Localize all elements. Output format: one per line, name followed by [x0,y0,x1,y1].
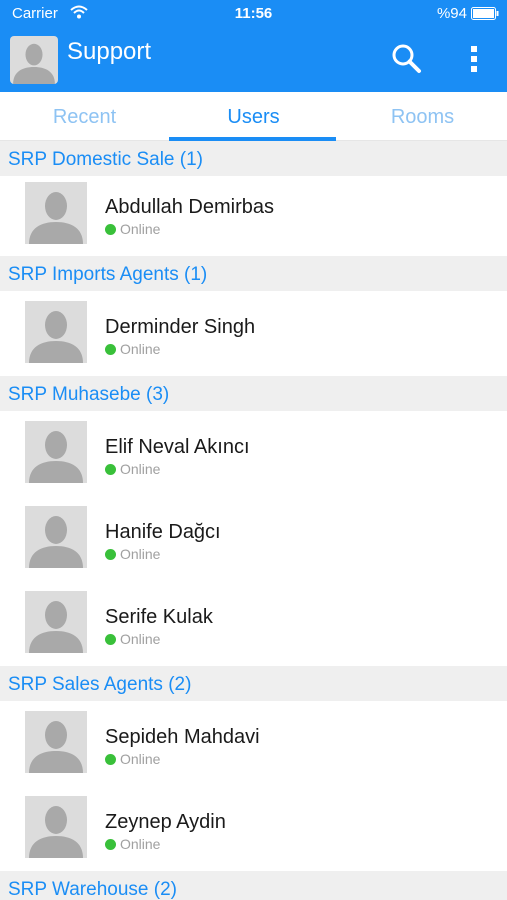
users-list[interactable]: SRP Domestic Sale (1) Abdullah Demirbas … [0,141,507,900]
user-name: Derminder Singh [105,316,256,338]
list-item[interactable]: Sepideh Mahdavi Online [0,701,507,786]
user-name: Serife Kulak [105,606,213,628]
online-dot-icon [105,839,116,850]
user-status: Online [105,341,160,357]
user-name: Abdullah Demirbas [105,196,274,218]
status-label: Online [120,836,161,852]
status-label: Online [120,221,161,237]
online-dot-icon [105,634,116,645]
person-placeholder-icon [29,311,83,363]
person-placeholder-icon [29,601,83,653]
list-item[interactable]: Zeynep Aydin Online [0,786,507,871]
status-label: Online [120,546,161,562]
more-vertical-icon [471,46,477,72]
section-header: SRP Imports Agents (1) [0,256,507,291]
avatar [25,591,87,653]
section-header: SRP Domestic Sale (1) [0,141,507,176]
user-name: Zeynep Aydin [105,811,226,833]
page-title: Support [67,38,152,65]
tab-recent[interactable]: Recent [0,92,169,141]
search-icon [392,44,421,73]
person-placeholder-icon [29,516,83,568]
person-placeholder-icon [29,431,83,483]
status-label: Online [120,751,161,767]
user-status: Online [105,751,160,767]
list-item[interactable]: Elif Neval Akıncı Online [0,411,507,496]
status-label: Online [120,631,161,647]
user-status: Online [105,546,160,562]
search-button[interactable] [388,40,424,76]
person-placeholder-icon [13,43,55,84]
online-dot-icon [105,224,116,235]
list-item[interactable]: Hanife Dağcı Online [0,496,507,581]
tab-rooms[interactable]: Rooms [338,92,507,141]
user-status: Online [105,221,160,237]
section-header: SRP Muhasebe (3) [0,376,507,411]
profile-avatar[interactable] [10,36,58,84]
user-name: Sepideh Mahdavi [105,726,260,748]
person-placeholder-icon [29,806,83,858]
person-placeholder-icon [29,721,83,773]
list-item[interactable]: Derminder Singh Online [0,291,507,376]
status-label: Online [120,461,161,477]
tab-users[interactable]: Users [169,92,338,141]
user-name: Hanife Dağcı [105,521,221,543]
online-dot-icon [105,754,116,765]
online-dot-icon [105,549,116,560]
avatar [25,182,87,244]
status-bar: Carrier 11:56 %94 [0,0,507,27]
online-dot-icon [105,344,116,355]
user-status: Online [105,631,160,647]
battery-percentage: %94 [436,5,467,22]
section-header: SRP Warehouse (2) [0,871,507,900]
more-options-button[interactable] [460,40,488,76]
tab-bar: Recent Users Rooms [0,92,507,141]
user-status: Online [105,461,160,477]
person-placeholder-icon [29,192,83,244]
avatar [25,506,87,568]
list-item[interactable]: Serife Kulak Online [0,581,507,666]
user-name: Elif Neval Akıncı [105,436,250,458]
avatar [25,301,87,363]
avatar [25,421,87,483]
avatar [25,711,87,773]
top-app-bar: Carrier 11:56 %94 Support [0,0,507,92]
battery-icon [471,7,499,20]
user-status: Online [105,836,160,852]
clock: 11:56 [234,5,273,22]
status-label: Online [120,341,161,357]
section-header: SRP Sales Agents (2) [0,666,507,701]
list-item[interactable]: Abdullah Demirbas Online [0,176,507,256]
online-dot-icon [105,464,116,475]
avatar [25,796,87,858]
